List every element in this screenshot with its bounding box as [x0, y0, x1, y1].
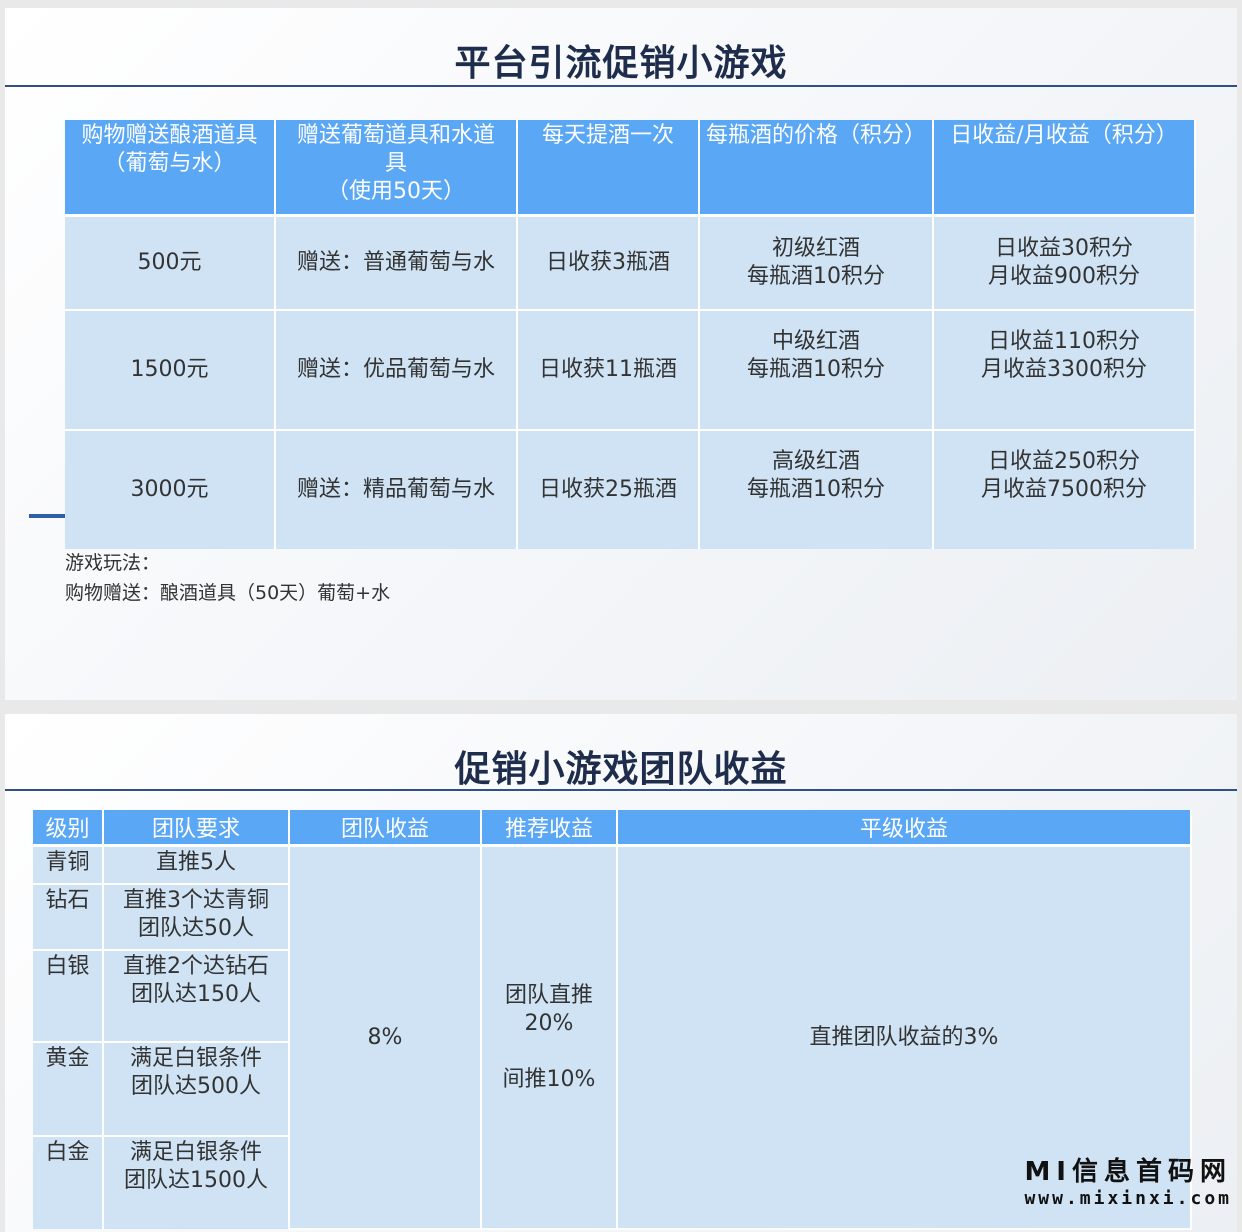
header-requirement: 团队要求	[103, 810, 290, 847]
cell-level: 钻石	[33, 884, 104, 951]
header-line: 每瓶酒的价格（积分）	[705, 123, 926, 148]
notes-line: 游戏玩法：	[65, 552, 161, 574]
cell-wine: 高级红酒 每瓶酒10积分	[699, 430, 934, 549]
cell-line: 每瓶酒10积分	[747, 264, 885, 289]
table-row: 青铜 直推5人 8% 团队直推 20% 间推10% 直推团队收益的3%	[33, 845, 1192, 1230]
header-peer-income: 平级收益	[617, 810, 1192, 847]
cell-line: 直推5人	[156, 850, 236, 875]
cell-line: 团队达500人	[131, 1074, 261, 1099]
header-line: 每天提酒一次	[541, 123, 674, 148]
table-row: 500元 赠送：普通葡萄与水 日收获3瓶酒 初级红酒 每瓶酒10积分 日收益30…	[65, 215, 1196, 311]
header-line: 具	[384, 151, 407, 176]
cell-price: 1500元	[65, 310, 276, 431]
watermark-url: www.mixinxi.com	[1024, 1188, 1232, 1209]
header-level: 级别	[33, 810, 104, 847]
header-line: 日收益/月收益（积分）	[950, 123, 1178, 148]
cell-line: 间推10%	[502, 1066, 596, 1092]
header-team-income: 团队收益	[289, 810, 482, 847]
cell-line: 每瓶酒10积分	[747, 357, 885, 382]
cell-income: 日收益30积分 月收益900积分	[933, 215, 1196, 311]
header-line: （使用50天）	[327, 179, 465, 204]
cell-level: 青铜	[33, 845, 104, 885]
header-line: 购物赠送酿酒道具	[81, 123, 258, 148]
cell-line: 团队达150人	[131, 982, 261, 1007]
title-divider	[5, 789, 1237, 791]
game-notes: 游戏玩法： 购物赠送：酿酒道具（50天）葡萄+水	[65, 548, 390, 608]
cell-requirement: 满足白银条件 团队达500人	[103, 1042, 290, 1137]
cell-requirement: 直推5人	[103, 845, 290, 885]
cell-line: 月收益7500积分	[981, 477, 1147, 502]
cell-daily: 日收获11瓶酒	[517, 310, 700, 431]
cell-income: 日收益110积分 月收益3300积分	[933, 310, 1196, 431]
cell-line: 每瓶酒10积分	[747, 477, 885, 502]
cell-line: 团队直推	[504, 982, 593, 1008]
header-referral-income: 推荐收益	[481, 810, 618, 847]
accent-bar	[29, 514, 69, 518]
cell-line: 直推2个达钻石	[123, 954, 269, 979]
cell-price: 3000元	[65, 430, 276, 549]
cell-line: 日收益250积分	[988, 449, 1140, 474]
table-row: 3000元 赠送：精品葡萄与水 日收获25瓶酒 高级红酒 每瓶酒10积分 日收益…	[65, 430, 1196, 549]
cell-line: 日收益30积分	[995, 236, 1133, 261]
cell-requirement: 直推3个达青铜 团队达50人	[103, 884, 290, 951]
cell-requirement: 满足白银条件 团队达1500人	[103, 1136, 290, 1229]
watermark-name: MI信息首码网	[1024, 1157, 1232, 1187]
header-daily-harvest: 每天提酒一次	[517, 120, 700, 217]
cell-line: 满足白银条件	[129, 1140, 262, 1165]
notes-line: 购物赠送：酿酒道具（50天）葡萄+水	[65, 582, 391, 604]
slide-title: 平台引流促销小游戏	[454, 43, 788, 84]
header-line: 赠送葡萄道具和水道	[296, 123, 495, 148]
title-divider	[5, 85, 1237, 87]
cell-gap	[482, 1038, 616, 1066]
header-line: （葡萄与水）	[103, 151, 236, 176]
cell-line: 20%	[524, 1010, 574, 1036]
table-header-row: 级别 团队要求 团队收益 推荐收益 平级收益	[33, 810, 1192, 847]
cell-requirement: 直推2个达钻石 团队达150人	[103, 950, 290, 1043]
cell-daily: 日收获3瓶酒	[517, 215, 700, 311]
cell-level: 黄金	[33, 1042, 104, 1137]
header-shopping-gift: 购物赠送酿酒道具 （葡萄与水）	[65, 120, 276, 217]
cell-team-income: 8%	[289, 845, 482, 1230]
slide-title: 促销小游戏团队收益	[454, 749, 788, 790]
cell-line: 团队达50人	[138, 916, 254, 941]
cell-income: 日收益250积分 月收益7500积分	[933, 430, 1196, 549]
cell-line: 团队达1500人	[124, 1168, 268, 1193]
cell-line: 中级红酒	[771, 329, 860, 354]
table-header-row: 购物赠送酿酒道具 （葡萄与水） 赠送葡萄道具和水道 具 （使用50天） 每天提酒…	[65, 120, 1196, 217]
table-row: 1500元 赠送：优品葡萄与水 日收获11瓶酒 中级红酒 每瓶酒10积分 日收益…	[65, 310, 1196, 431]
cell-gift: 赠送：优品葡萄与水	[275, 310, 518, 431]
cell-wine: 初级红酒 每瓶酒10积分	[699, 215, 934, 311]
header-income: 日收益/月收益（积分）	[933, 120, 1196, 217]
promo-table: 购物赠送酿酒道具 （葡萄与水） 赠送葡萄道具和水道 具 （使用50天） 每天提酒…	[65, 120, 1196, 549]
cell-line: 月收益3300积分	[981, 357, 1147, 382]
cell-line: 高级红酒	[771, 449, 860, 474]
cell-price: 500元	[65, 215, 276, 311]
cell-line: 直推3个达青铜	[123, 888, 269, 913]
cell-daily: 日收获25瓶酒	[517, 430, 700, 549]
team-income-table: 级别 团队要求 团队收益 推荐收益 平级收益 青铜 直推5人 8% 团队直推 2…	[33, 810, 1192, 1230]
cell-line: 日收益110积分	[988, 329, 1140, 354]
cell-referral-income: 团队直推 20% 间推10%	[481, 845, 618, 1230]
header-gift-props: 赠送葡萄道具和水道 具 （使用50天）	[275, 120, 518, 217]
cell-level: 白金	[33, 1136, 104, 1229]
slide-promo-game: 平台引流促销小游戏 购物赠送酿酒道具 （葡萄与水） 赠送葡萄道具和水道 具 （使…	[5, 8, 1237, 700]
cell-level: 白银	[33, 950, 104, 1043]
cell-wine: 中级红酒 每瓶酒10积分	[699, 310, 934, 431]
site-watermark: MI信息首码网 www.mixinxi.com	[1024, 1156, 1232, 1210]
cell-line: 满足白银条件	[129, 1046, 262, 1071]
slide-team-income: 促销小游戏团队收益 级别 团队要求 团队收益 推荐收益 平级收益 青铜 直推5人…	[5, 714, 1237, 1232]
cell-line: 月收益900积分	[988, 264, 1140, 289]
header-wine-price: 每瓶酒的价格（积分）	[699, 120, 934, 217]
cell-gift: 赠送：精品葡萄与水	[275, 430, 518, 549]
cell-line: 初级红酒	[771, 236, 860, 261]
cell-gift: 赠送：普通葡萄与水	[275, 215, 518, 311]
